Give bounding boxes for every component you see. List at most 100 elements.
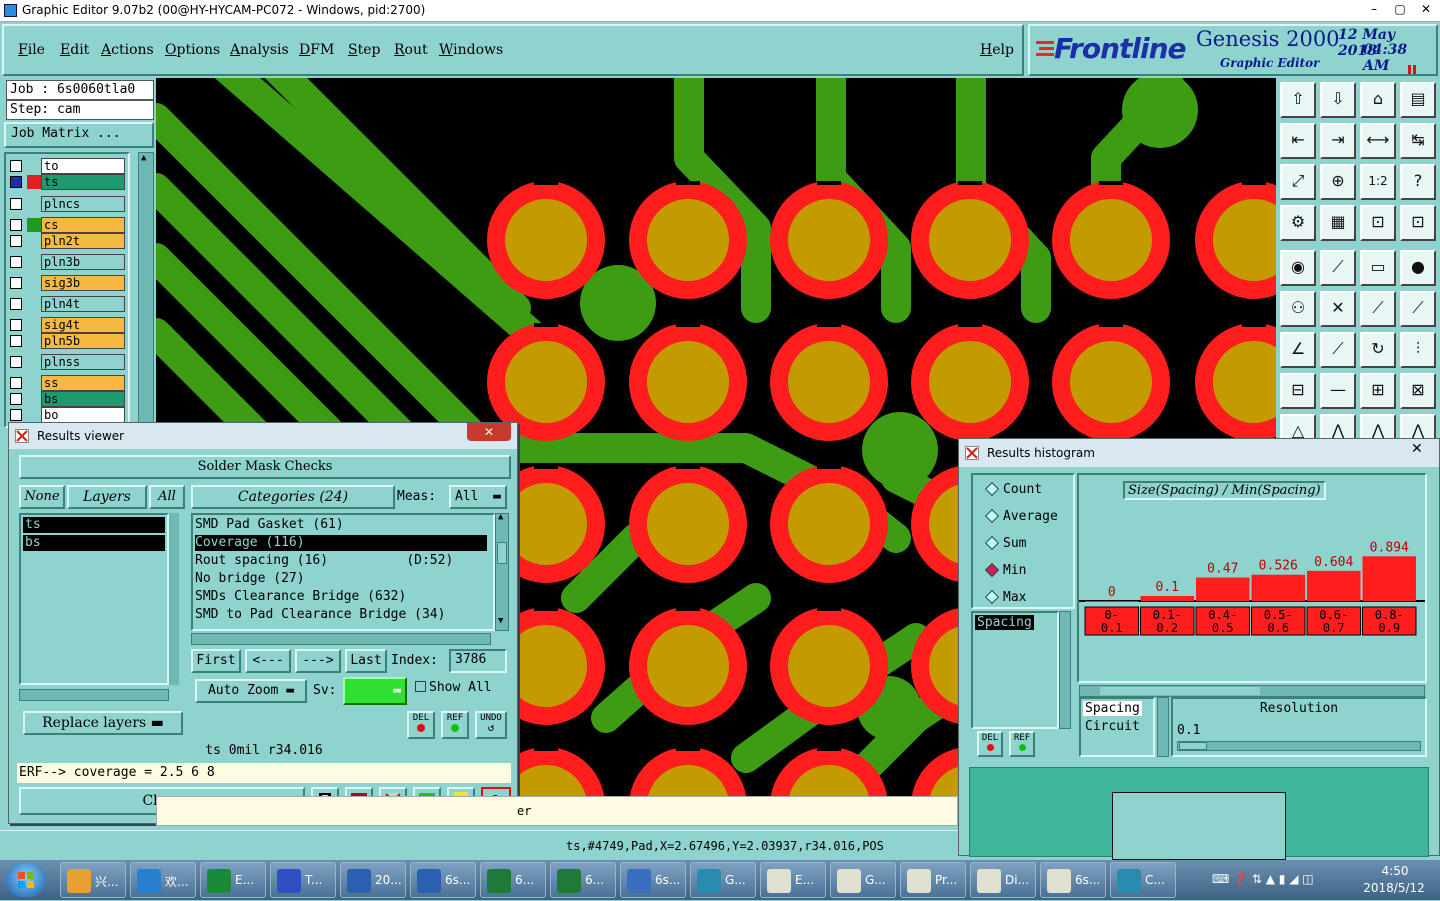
prev-button[interactable]: <--- [245, 649, 291, 673]
slash-icon[interactable]: ⟋ [1400, 291, 1436, 327]
category-item[interactable]: Coverage (116) [195, 535, 487, 551]
category-item[interactable]: SMD to Pad Clearance Bridge (34) [195, 607, 487, 623]
layer-row-plnss[interactable]: plnss [8, 354, 126, 370]
layer-checkbox[interactable] [10, 277, 22, 289]
histogram-bar[interactable] [1196, 577, 1250, 602]
layer-name[interactable]: bs [41, 391, 125, 407]
menu-options[interactable]: Options [165, 42, 220, 58]
layer-checkbox[interactable] [10, 409, 22, 421]
layer-row-pln5b[interactable]: pln5b [8, 333, 126, 349]
taskbar-item[interactable]: 6s... [620, 862, 686, 898]
taskbar-item[interactable]: E... [200, 862, 266, 898]
menu-edit[interactable]: Edit [60, 42, 89, 58]
up-arrow-icon[interactable]: ⇧ [1280, 82, 1316, 118]
help-icon[interactable]: ? [1400, 164, 1436, 200]
taskbar-item[interactable]: 欢... [130, 862, 196, 898]
layer-name[interactable]: pln2t [41, 233, 125, 249]
layers-button[interactable]: Layers [67, 485, 147, 509]
index-input[interactable]: 3786 [449, 649, 507, 673]
swap-icon[interactable]: ⟷ [1360, 123, 1396, 159]
none-button[interactable]: None [19, 485, 65, 509]
line-icon[interactable]: ⟋ [1320, 250, 1356, 286]
layer-hscrollbar[interactable] [19, 689, 169, 701]
categories-button[interactable]: Categories (24) [191, 485, 395, 509]
layer-name[interactable]: plnss [41, 354, 125, 370]
mode-radio-sum[interactable]: Sum [979, 533, 1075, 555]
layer-checkbox[interactable] [10, 298, 22, 310]
taskbar-item[interactable]: 6... [480, 862, 546, 898]
maximize-button[interactable]: ▢ [1386, 1, 1414, 19]
mode-radio-max[interactable]: Max [979, 587, 1075, 609]
layer-row-pln3b[interactable]: pln3b [8, 254, 126, 270]
next-button[interactable]: ---> [295, 649, 341, 673]
menu-dfm[interactable]: DFM [299, 42, 334, 58]
taskbar-item[interactable]: 6s... [410, 862, 476, 898]
close-icon[interactable]: ✕ [467, 423, 511, 441]
sv-color-dropdown[interactable]: ▬ [343, 677, 407, 705]
slash-icon[interactable]: ⟋ [1320, 332, 1356, 368]
circle-icon[interactable]: ● [1400, 250, 1436, 286]
layer-list-scrollbar[interactable] [169, 513, 179, 685]
layer-row-sig4t[interactable]: sig4t [8, 317, 126, 333]
layer-name[interactable]: ss [41, 375, 125, 391]
layer-row-plncs[interactable]: plncs [8, 196, 126, 212]
histogram-bar[interactable] [1307, 570, 1361, 601]
select-icon[interactable]: ⊠ [1400, 373, 1436, 409]
taskbar-item[interactable]: 20... [340, 862, 406, 898]
menu-windows[interactable]: Windows [439, 42, 503, 58]
layer-row-pln2t[interactable]: pln2t [8, 233, 126, 249]
zoom-icon[interactable]: ⊕ [1320, 164, 1356, 200]
start-button[interactable] [6, 863, 46, 897]
category-item[interactable]: No bridge (27) [195, 571, 487, 587]
settings-icon[interactable]: ⚙ [1280, 205, 1316, 241]
left-arrow-icon[interactable]: ⇤ [1280, 123, 1316, 159]
layer-row-cs[interactable]: cs [8, 217, 126, 233]
hist-ref-button[interactable]: REF [1009, 731, 1035, 757]
close-icon[interactable]: ✕ [1411, 441, 1423, 457]
layer-name[interactable]: pln3b [41, 254, 125, 270]
last-button[interactable]: Last [345, 649, 387, 673]
pause-icon[interactable] [1408, 63, 1417, 74]
ref-button[interactable]: REF [441, 711, 469, 739]
histogram-bar[interactable] [1140, 596, 1195, 601]
layer-name[interactable]: to [41, 158, 125, 174]
taskbar-item[interactable]: T... [270, 862, 336, 898]
undo-button[interactable]: UNDO ↺ [475, 711, 507, 739]
layer-row-bo[interactable]: bo [8, 407, 126, 423]
hist-del-button[interactable]: DEL [977, 731, 1003, 757]
taskbar-item[interactable]: G... [830, 862, 896, 898]
histogram-bar[interactable] [1085, 601, 1139, 602]
menu-rout[interactable]: Rout [394, 42, 428, 58]
close-window-button[interactable]: ✕ [1412, 1, 1440, 19]
layer-checkbox[interactable] [10, 198, 22, 210]
taskbar-item[interactable]: 6s... [1040, 862, 1106, 898]
category-item[interactable]: SMD Pad Gasket (61) [195, 517, 487, 533]
measure-list-scrollbar[interactable] [1157, 697, 1169, 757]
cross-icon[interactable]: ✕ [1320, 291, 1356, 327]
fit-icon[interactable]: ⤢ [1280, 164, 1316, 200]
mode-radio-count[interactable]: Count [979, 479, 1075, 501]
layer-checkbox[interactable] [10, 319, 22, 331]
menu-analysis[interactable]: Analysis [230, 42, 289, 58]
list-item[interactable]: Spacing [1083, 701, 1142, 716]
category-item[interactable]: Rout spacing (16) (D:52) [195, 553, 487, 569]
layer-name[interactable]: pln4t [41, 296, 125, 312]
layer-row-bs[interactable]: bs [8, 391, 126, 407]
taskbar-item[interactable]: Di... [970, 862, 1036, 898]
right-arrow-icon[interactable]: ⇥ [1320, 123, 1356, 159]
mode-radio-min[interactable]: Min [979, 560, 1075, 582]
layer-name[interactable]: cs [41, 217, 125, 233]
layer-row-to[interactable]: to [8, 158, 126, 174]
dash-icon[interactable]: — [1320, 373, 1356, 409]
rotate-icon[interactable]: ↻ [1360, 332, 1396, 368]
list-item[interactable]: ts [23, 517, 165, 533]
taskbar-item[interactable]: C... [1110, 862, 1176, 898]
taskbar-item[interactable]: Pr... [900, 862, 966, 898]
layer-checkbox[interactable] [10, 219, 22, 231]
scale-icon[interactable]: 1:2 [1360, 164, 1396, 200]
histogram-bar[interactable] [1251, 574, 1306, 601]
layer-checkbox[interactable] [10, 256, 22, 268]
panel-icon[interactable]: ▤ [1400, 82, 1436, 118]
snap-icon[interactable]: ⊡ [1400, 205, 1436, 241]
layer-checkbox[interactable] [10, 377, 22, 389]
